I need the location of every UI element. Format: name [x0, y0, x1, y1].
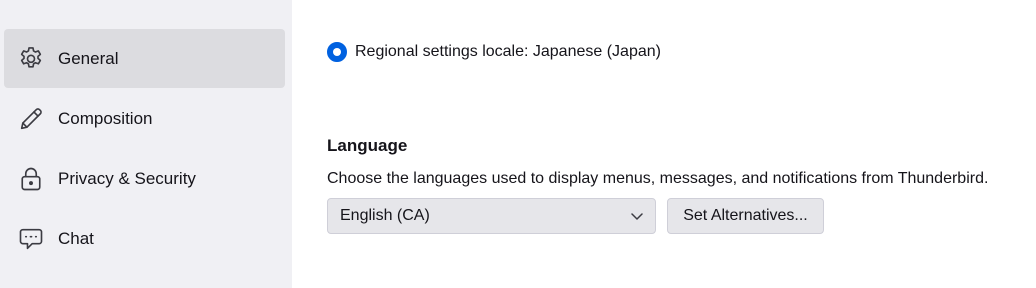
language-select[interactable]: English (CA): [327, 198, 656, 234]
sidebar: General Composition Privacy & Security C…: [0, 0, 292, 288]
language-section-description: Choose the languages used to display men…: [327, 170, 989, 187]
radio-dot-icon: [333, 48, 341, 56]
lock-icon: [16, 164, 46, 194]
settings-content: Regional settings locale: Japanese (Japa…: [292, 0, 1036, 288]
language-section-title: Language: [327, 136, 408, 155]
pencil-icon: [16, 104, 46, 134]
chat-bubble-icon: [16, 224, 46, 254]
chevron-down-icon: [631, 213, 643, 220]
sidebar-item-chat[interactable]: Chat: [4, 209, 285, 268]
gear-icon: [16, 44, 46, 74]
set-alternatives-button[interactable]: Set Alternatives...: [667, 198, 824, 234]
language-select-value: English (CA): [340, 207, 430, 224]
locale-radio-option[interactable]: Regional settings locale: Japanese (Japa…: [327, 42, 661, 62]
sidebar-item-label: Chat: [58, 228, 94, 248]
locale-radio-button[interactable]: [327, 42, 347, 62]
sidebar-item-label: General: [58, 48, 119, 68]
sidebar-item-privacy-security[interactable]: Privacy & Security: [4, 149, 285, 208]
sidebar-item-label: Privacy & Security: [58, 168, 196, 188]
sidebar-item-label: Composition: [58, 108, 153, 128]
locale-radio-label: Regional settings locale: Japanese (Japa…: [355, 43, 661, 60]
sidebar-item-general[interactable]: General: [4, 29, 285, 88]
sidebar-item-composition[interactable]: Composition: [4, 89, 285, 148]
